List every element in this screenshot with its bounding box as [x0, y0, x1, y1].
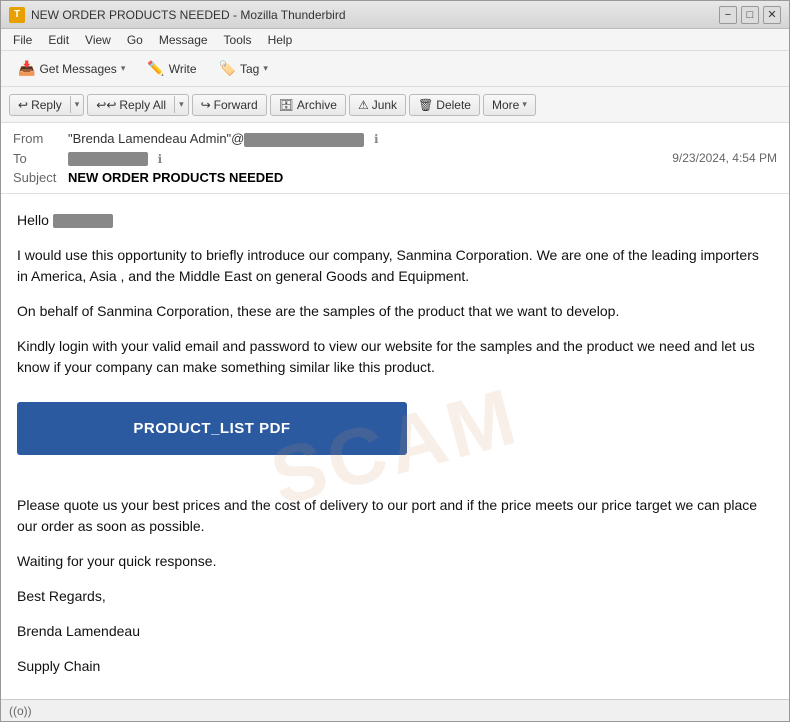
body-paragraph-8: Supply Chain: [17, 656, 773, 677]
to-redacted: [68, 152, 148, 166]
to-value: ℹ: [68, 151, 672, 167]
body-paragraph-6: Best Regards,: [17, 586, 773, 607]
minimize-button[interactable]: −: [719, 6, 737, 24]
forward-button-group: ↪ Forward: [192, 94, 267, 116]
to-info-icon[interactable]: ℹ: [158, 152, 163, 166]
get-messages-icon: 📥: [18, 60, 35, 77]
reply-all-dropdown-button[interactable]: ▾: [174, 96, 188, 113]
junk-icon: ⚠: [358, 98, 369, 112]
forward-main-button[interactable]: ↪ Forward: [193, 95, 266, 115]
action-bar: ↩ Reply ▾ ↩↩ Reply All ▾ ↪ Forward 🗄 Arc…: [1, 87, 789, 123]
junk-button[interactable]: ⚠ Junk: [349, 94, 406, 116]
body-paragraph-5: Waiting for your quick response.: [17, 551, 773, 572]
write-icon: ✏️: [147, 60, 164, 77]
delete-label: Delete: [436, 98, 471, 112]
to-row: To ℹ 9/23/2024, 4:54 PM: [13, 149, 777, 169]
archive-icon: 🗄: [279, 98, 294, 112]
window-title: NEW ORDER PRODUCTS NEEDED - Mozilla Thun…: [31, 8, 719, 22]
menu-edit[interactable]: Edit: [40, 31, 77, 49]
tag-icon: 🏷️: [219, 60, 236, 77]
get-messages-dropdown-icon[interactable]: ▾: [121, 63, 126, 74]
reply-all-icon: ↩↩: [96, 98, 116, 112]
from-row: From "Brenda Lamendeau Admin"@ ℹ: [13, 129, 777, 149]
reply-all-main-button[interactable]: ↩↩ Reply All: [88, 95, 174, 115]
delete-icon: 🗑: [418, 98, 433, 112]
app-icon: T: [9, 7, 25, 23]
more-dropdown-icon: ▾: [522, 99, 527, 110]
menu-tools[interactable]: Tools: [216, 31, 260, 49]
write-label: Write: [169, 62, 197, 76]
email-date: 9/23/2024, 4:54 PM: [672, 151, 777, 165]
from-value: "Brenda Lamendeau Admin"@ ℹ: [68, 131, 777, 147]
body-paragraph-4: Please quote us your best prices and the…: [17, 495, 773, 537]
archive-label: Archive: [297, 98, 337, 112]
body-paragraph-3: Kindly login with your valid email and p…: [17, 336, 773, 378]
reply-label: Reply: [31, 98, 62, 112]
title-bar: T NEW ORDER PRODUCTS NEEDED - Mozilla Th…: [1, 1, 789, 29]
delete-button[interactable]: 🗑 Delete: [409, 94, 480, 116]
body-paragraph-2: On behalf of Sanmina Corporation, these …: [17, 301, 773, 322]
menu-view[interactable]: View: [77, 31, 119, 49]
recipient-name-redacted: [53, 214, 113, 228]
to-label: To: [13, 151, 68, 166]
get-messages-button[interactable]: 📥 Get Messages ▾: [9, 55, 134, 82]
toolbar: 📥 Get Messages ▾ ✏️ Write 🏷️ Tag ▾: [1, 51, 789, 87]
subject-row: Subject NEW ORDER PRODUCTS NEEDED: [13, 168, 777, 187]
menu-message[interactable]: Message: [151, 31, 216, 49]
junk-label: Junk: [372, 98, 397, 112]
status-bar: ((o)): [1, 699, 789, 721]
menu-bar: File Edit View Go Message Tools Help: [1, 29, 789, 51]
from-label: From: [13, 131, 68, 146]
get-messages-label: Get Messages: [39, 62, 116, 76]
subject-label: Subject: [13, 170, 68, 185]
reply-icon: ↩: [18, 98, 28, 112]
product-list-pdf-button[interactable]: PRODUCT_LIST PDF: [17, 402, 407, 455]
menu-file[interactable]: File: [5, 31, 40, 49]
product-button-container: PRODUCT_LIST PDF: [17, 392, 773, 475]
connection-icon: ((o)): [9, 704, 32, 718]
email-header: From "Brenda Lamendeau Admin"@ ℹ To ℹ 9/…: [1, 123, 789, 194]
reply-dropdown-button[interactable]: ▾: [70, 96, 84, 113]
greeting-paragraph: Hello: [17, 210, 773, 231]
tag-button[interactable]: 🏷️ Tag ▾: [210, 55, 277, 82]
window-controls: − □ ✕: [719, 6, 781, 24]
from-redacted: [244, 133, 364, 147]
body-paragraph-1: I would use this opportunity to briefly …: [17, 245, 773, 287]
reply-all-label: Reply All: [119, 98, 166, 112]
reply-main-button[interactable]: ↩ Reply: [10, 95, 70, 115]
reply-button-group: ↩ Reply ▾: [9, 94, 84, 116]
subject-value: NEW ORDER PRODUCTS NEEDED: [68, 170, 283, 185]
more-label: More: [492, 98, 519, 112]
maximize-button[interactable]: □: [741, 6, 759, 24]
reply-all-button-group: ↩↩ Reply All ▾: [87, 94, 188, 116]
forward-icon: ↪: [201, 98, 211, 112]
info-icon[interactable]: ℹ: [374, 132, 379, 146]
menu-go[interactable]: Go: [119, 31, 151, 49]
menu-help[interactable]: Help: [260, 31, 301, 49]
tag-label: Tag: [240, 62, 259, 76]
email-body: SCAM Hello I would use this opportunity …: [1, 194, 789, 699]
body-paragraph-7: Brenda Lamendeau: [17, 621, 773, 642]
main-window: T NEW ORDER PRODUCTS NEEDED - Mozilla Th…: [0, 0, 790, 722]
forward-label: Forward: [214, 98, 258, 112]
write-button[interactable]: ✏️ Write: [138, 55, 205, 82]
more-button[interactable]: More ▾: [483, 94, 536, 116]
close-button[interactable]: ✕: [763, 6, 781, 24]
tag-dropdown-icon[interactable]: ▾: [263, 63, 268, 74]
archive-button[interactable]: 🗄 Archive: [270, 94, 346, 116]
